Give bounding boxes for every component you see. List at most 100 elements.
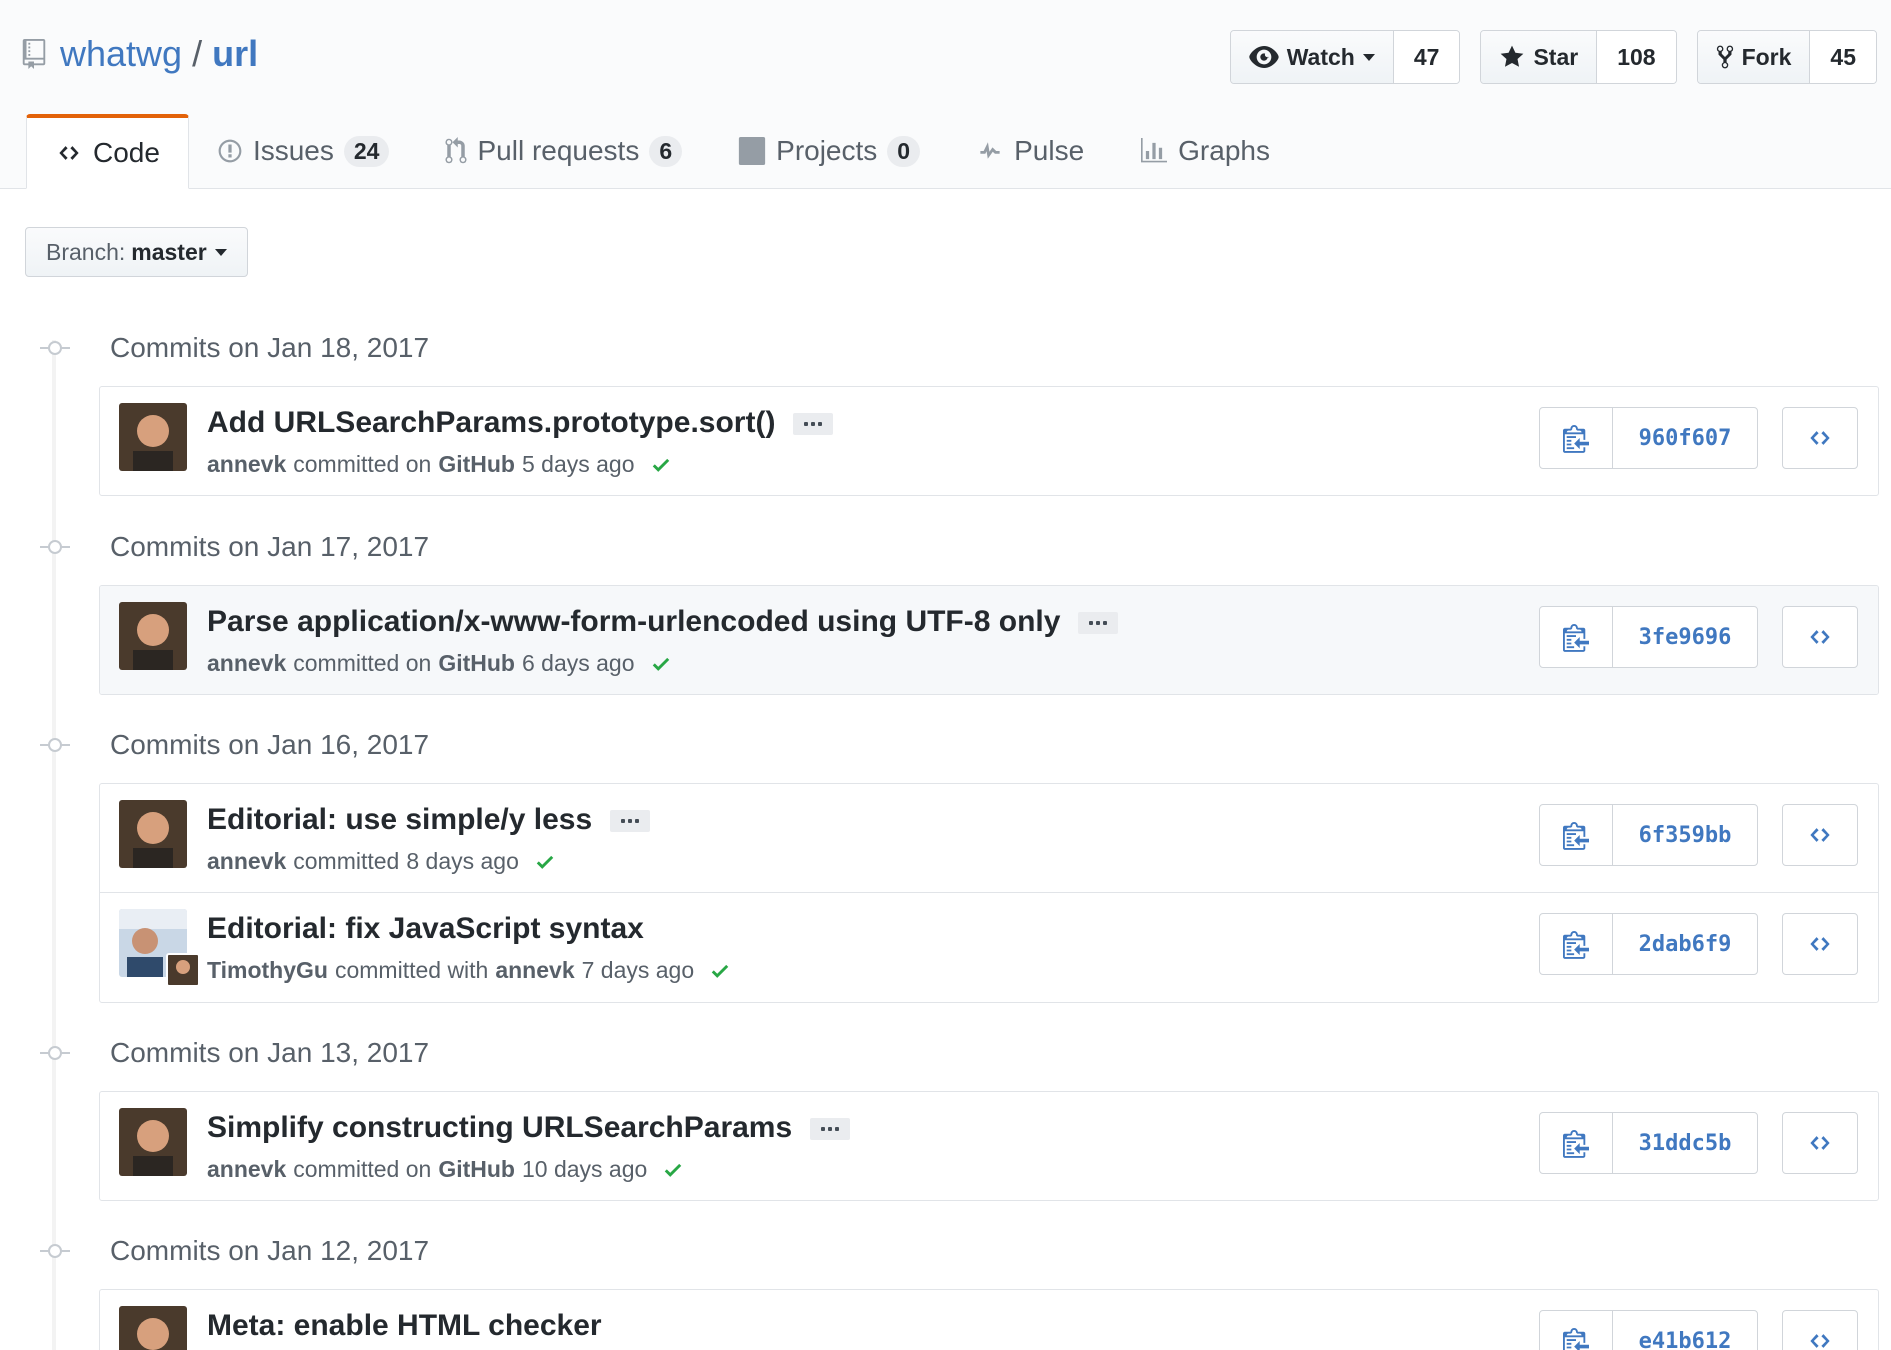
- watch-group: Watch 47: [1229, 30, 1461, 84]
- commit-sha-link[interactable]: e41b612: [1613, 1311, 1757, 1350]
- commit-coauthor-link[interactable]: annevk: [495, 957, 574, 984]
- branch-select-button[interactable]: Branch: master: [25, 227, 248, 277]
- tab-pulse[interactable]: Pulse: [948, 114, 1112, 188]
- watch-button[interactable]: Watch: [1230, 31, 1394, 83]
- commit-via: GitHub: [438, 1156, 515, 1182]
- browse-files-button[interactable]: [1782, 1112, 1858, 1174]
- check-icon[interactable]: [649, 653, 673, 675]
- avatar[interactable]: [119, 1108, 187, 1176]
- commit-sha-link[interactable]: 3fe9696: [1613, 607, 1757, 667]
- commit-sha-link[interactable]: 2dab6f9: [1613, 914, 1757, 974]
- expand-message-button[interactable]: [793, 413, 834, 435]
- browse-files-button[interactable]: [1782, 804, 1858, 866]
- browse-files-button[interactable]: [1782, 913, 1858, 975]
- commit-title[interactable]: Editorial: use simple/y less: [207, 803, 651, 837]
- avatar[interactable]: [119, 403, 187, 471]
- copy-sha-button[interactable]: [1540, 408, 1613, 468]
- commit-via: GitHub: [438, 650, 515, 676]
- commit-title[interactable]: Parse application/x-www-form-urlencoded …: [207, 605, 1119, 639]
- sha-group: 960f607: [1539, 407, 1758, 469]
- commit-title[interactable]: Editorial: fix JavaScript syntax: [207, 912, 644, 946]
- commit-verb: committed with: [334, 957, 489, 983]
- copy-sha-button[interactable]: [1540, 1311, 1613, 1350]
- branch-name: master: [131, 238, 207, 265]
- code-icon: [1810, 937, 1830, 951]
- commit-author-link[interactable]: TimothyGu: [207, 957, 328, 984]
- check-icon[interactable]: [649, 454, 673, 476]
- avatar[interactable]: [119, 800, 187, 868]
- commit-time: 5 days ago: [521, 451, 635, 477]
- pull-requests-count-badge: 6: [649, 135, 683, 167]
- copy-sha-button[interactable]: [1540, 805, 1613, 865]
- browse-files-button[interactable]: [1782, 1310, 1858, 1350]
- code-icon: [1810, 828, 1830, 842]
- commit-verb: committed: [293, 848, 400, 874]
- watch-label: Watch: [1286, 43, 1355, 70]
- browse-files-button[interactable]: [1782, 606, 1858, 668]
- check-icon[interactable]: [661, 1159, 685, 1181]
- sha-group: e41b612: [1539, 1310, 1758, 1350]
- sha-group: 3fe9696: [1539, 606, 1758, 668]
- copy-sha-button[interactable]: [1540, 607, 1613, 667]
- repo-header: whatwg / url Watch 47 Star 108 Fork 45 C…: [0, 0, 1891, 189]
- commit-title-text: Parse application/x-www-form-urlencoded …: [207, 605, 1061, 638]
- code-icon: [1810, 1334, 1830, 1348]
- browse-files-button[interactable]: [1782, 407, 1858, 469]
- commit-author-link[interactable]: annevk: [207, 451, 286, 478]
- repo-title: whatwg / url: [22, 33, 258, 75]
- repo-nav-tabs: Code Issues 24 Pull requests 6 Projects …: [26, 114, 1298, 189]
- commit-timeline-icon: [40, 735, 70, 755]
- co-author-avatar[interactable]: [166, 953, 200, 987]
- pulse-icon: [980, 142, 1000, 159]
- commit-timeline-icon: [40, 1043, 70, 1063]
- avatar[interactable]: [119, 1306, 187, 1350]
- sha-group: 31ddc5b: [1539, 1112, 1758, 1174]
- commit-time: 8 days ago: [406, 848, 519, 874]
- star-button[interactable]: Star: [1481, 31, 1598, 83]
- commit-timeline-icon: [40, 537, 70, 557]
- tab-code[interactable]: Code: [26, 114, 189, 189]
- pull-request-icon: [445, 137, 467, 164]
- commit-group: Editorial: use simple/y less annevk comm…: [99, 783, 1879, 1003]
- commit-sha-link[interactable]: 31ddc5b: [1613, 1113, 1757, 1173]
- tab-projects[interactable]: Projects 0: [710, 114, 948, 188]
- watch-count[interactable]: 47: [1393, 31, 1460, 83]
- commit-author-link[interactable]: annevk: [207, 848, 286, 875]
- repo-name-link[interactable]: url: [212, 33, 258, 75]
- commit-title[interactable]: Add URLSearchParams.prototype.sort(): [207, 406, 834, 440]
- copy-sha-button[interactable]: [1540, 914, 1613, 974]
- copy-sha-button[interactable]: [1540, 1113, 1613, 1173]
- check-icon[interactable]: [708, 960, 732, 982]
- commit-verb: committed on: [293, 650, 432, 676]
- tab-issues[interactable]: Issues 24: [189, 114, 418, 188]
- commit-author-link[interactable]: annevk: [207, 1156, 286, 1183]
- expand-message-button[interactable]: [610, 810, 651, 832]
- commit-meta: annevk committed on GitHub 6 days ago: [207, 650, 673, 677]
- expand-message-button[interactable]: [810, 1118, 851, 1140]
- commit-group: Simplify constructing URLSearchParams an…: [99, 1091, 1879, 1201]
- tab-graphs[interactable]: Graphs: [1112, 114, 1298, 188]
- commit-row: Editorial: use simple/y less annevk comm…: [100, 784, 1878, 892]
- commit-title[interactable]: Meta: enable HTML checker: [207, 1309, 602, 1343]
- fork-count[interactable]: 45: [1810, 31, 1876, 83]
- commit-title[interactable]: Simplify constructing URLSearchParams: [207, 1111, 851, 1145]
- repo-owner-link[interactable]: whatwg: [60, 33, 182, 75]
- check-icon[interactable]: [533, 851, 557, 873]
- commit-sha-link[interactable]: 960f607: [1613, 408, 1757, 468]
- commit-time: 10 days ago: [521, 1156, 648, 1182]
- fork-group: Fork 45: [1696, 30, 1877, 84]
- commit-meta: annevk committed on GitHub 10 days ago: [207, 1156, 685, 1183]
- expand-message-button[interactable]: [1078, 612, 1119, 634]
- avatar[interactable]: [119, 602, 187, 670]
- tab-pull-requests[interactable]: Pull requests 6: [417, 114, 710, 188]
- star-count[interactable]: 108: [1597, 31, 1676, 83]
- commit-row: Editorial: fix JavaScript syntax Timothy…: [100, 892, 1878, 1000]
- fork-button[interactable]: Fork: [1697, 31, 1811, 83]
- commit-day-label: Commits on Jan 18, 2017: [110, 332, 430, 363]
- commit-author-link[interactable]: annevk: [207, 650, 286, 677]
- commit-day-label: Commits on Jan 13, 2017: [110, 1037, 430, 1068]
- commit-meta: annevk committed 8 days ago: [207, 848, 557, 875]
- commit-sha-link[interactable]: 6f359bb: [1613, 805, 1757, 865]
- commit-group: Add URLSearchParams.prototype.sort() ann…: [99, 386, 1879, 496]
- watch-dropdown-caret-icon: [1362, 53, 1375, 61]
